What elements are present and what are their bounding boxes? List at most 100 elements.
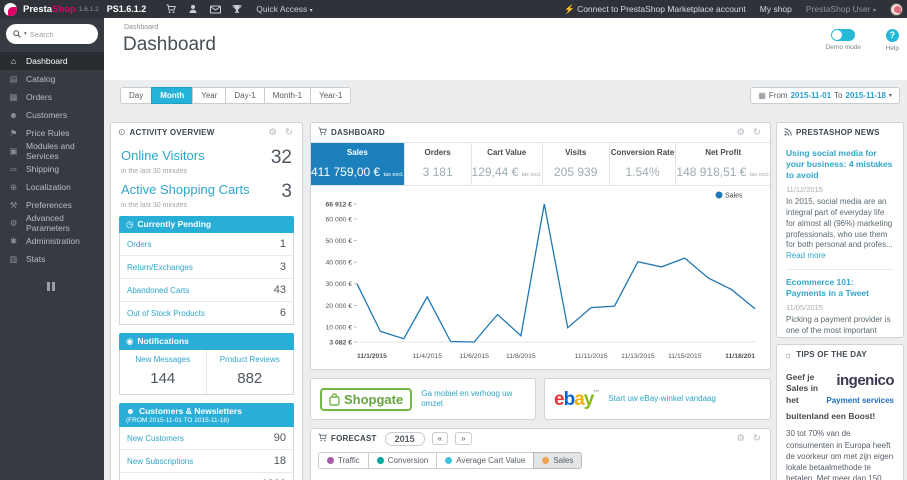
refresh-icon[interactable]: ↻ [751, 433, 763, 444]
preset-year-button[interactable]: Year [192, 87, 227, 104]
date-range-picker[interactable]: ▦ From 2015-11-01 To 2015-11-18 ▾ [750, 87, 900, 104]
clock-icon: ◷ [126, 219, 134, 229]
legend-traffic-button[interactable]: Traffic [318, 452, 369, 469]
preset-month-button[interactable]: Month [151, 87, 194, 104]
sidebar-item-advanced-parameters[interactable]: ⚙ Advanced Parameters [0, 213, 104, 233]
svg-text:Sales: Sales [725, 193, 743, 200]
sidebar-item-localization[interactable]: ⊕ Localization [0, 178, 104, 196]
gear-icon[interactable]: ⚙ [267, 127, 280, 138]
ingenico-logo[interactable]: ingenico Payment services [824, 372, 894, 408]
news-article: Using social media for your business: 4 … [786, 148, 894, 262]
ebay-logo: ebay™ [554, 388, 600, 410]
abandoned-carts-link[interactable]: Abandoned Carts [127, 286, 189, 295]
read-more-link[interactable]: Read more [786, 251, 826, 260]
conversion-dot-icon [376, 457, 384, 464]
sidebar-item-orders[interactable]: ▦ Orders [0, 88, 104, 106]
prestashop-logo-icon[interactable] [4, 2, 17, 16]
legend-average-cart-value-button[interactable]: Average Cart Value [436, 452, 535, 469]
quick-access-menu[interactable]: Quick Access ▾ [256, 4, 312, 14]
news-body: Using social media for your business: 4 … [777, 142, 903, 337]
orders-link[interactable]: Orders [127, 240, 151, 249]
kpi-tab-visits[interactable]: Visits 205 939 [541, 143, 609, 185]
new-messages-cell[interactable]: New Messages 144 [120, 350, 207, 394]
customers-icon: ☻ [9, 110, 18, 120]
news-article-title[interactable]: Using social media for your business: 4 … [786, 148, 894, 181]
forecast-prev-button[interactable]: « [431, 431, 449, 446]
sidebar-item-modules-and-services[interactable]: ▣ Modules and Services [0, 141, 104, 161]
svg-text:50 000 €: 50 000 € [325, 238, 352, 245]
user-avatar[interactable] [890, 2, 903, 16]
mail-icon[interactable] [204, 4, 226, 14]
home-icon: ⌂ [10, 56, 17, 66]
sidebar-item-price-rules[interactable]: ⚑ Price Rules [0, 124, 104, 142]
product-reviews-cell[interactable]: Product Reviews 882 [207, 350, 294, 394]
my-shop-link[interactable]: My shop [760, 4, 792, 14]
breadcrumb[interactable]: Dashboard [124, 24, 158, 31]
customers-icon: ☻ [126, 406, 135, 416]
sidebar-item-customers[interactable]: ☻ Customers [0, 106, 104, 124]
ebay-link[interactable]: Start uw eBay-winkel vandaag [608, 394, 716, 404]
news-header: PRESTASHOP NEWS [777, 123, 903, 142]
ebay-module: ebay™ Start uw eBay-winkel vandaag [544, 378, 771, 420]
refresh-icon[interactable]: ↻ [751, 127, 763, 138]
orders-icon: ▦ [9, 91, 18, 102]
shopgate-link[interactable]: Ga mobiel en verhoog uw omzet [421, 389, 526, 410]
forecast-year[interactable]: 2015 [384, 431, 425, 446]
page-title: Dashboard [123, 34, 216, 55]
new-subscriptions-link[interactable]: New Subscriptions [127, 457, 193, 466]
cart-icon [318, 127, 327, 138]
cart-icon[interactable] [160, 4, 182, 15]
kpi-tab-sales[interactable]: Sales 411 759,00 € tax excl. [311, 143, 404, 185]
shopgate-module: Shopgate Ga mobiel en verhoog uw omzet [310, 378, 536, 420]
search-scope-caret-icon[interactable]: ▾ [24, 31, 27, 37]
active-carts-value: 3 [281, 181, 292, 202]
search-input[interactable] [29, 29, 85, 39]
shop-name[interactable]: PS1.6.1.2 [107, 4, 147, 14]
customers-newsletters-section: ☻ Customers & Newsletters (FROM 2015-11-01… [119, 403, 294, 480]
marketplace-link[interactable]: ⚡ Connect to PrestaShop Marketplace acco… [564, 4, 746, 15]
legend-conversion-button[interactable]: Conversion [367, 452, 438, 469]
sidebar-item-stats[interactable]: ▥ Stats [0, 250, 104, 268]
svg-text:40 000 €: 40 000 € [325, 260, 352, 267]
chevron-down-icon: ▾ [309, 8, 313, 14]
activity-overview-panel: ⊙ ACTIVITY OVERVIEW ⚙ ↻ Online Visitors 3… [110, 122, 303, 480]
svg-text:66 912 €: 66 912 € [325, 201, 352, 208]
news-article-title[interactable]: Ecommerce 101: Payments in a Tweet [786, 277, 894, 299]
preset-year-1-button[interactable]: Year-1 [310, 87, 352, 104]
svg-text:30 000 €: 30 000 € [325, 281, 352, 288]
trophy-icon[interactable] [226, 4, 248, 15]
brand-name[interactable]: PrestaShop [23, 4, 76, 15]
gear-icon[interactable]: ⚙ [735, 127, 748, 138]
refresh-icon[interactable]: ↻ [283, 127, 295, 138]
legend-sales-button[interactable]: Sales [533, 452, 583, 469]
sidebar-item-administration[interactable]: ✱ Administration [0, 232, 104, 250]
help-icon[interactable]: ? [885, 29, 899, 42]
active-carts-link[interactable]: Active Shopping Carts [121, 182, 250, 197]
sidebar-item-preferences[interactable]: ⚒ Preferences [0, 196, 104, 214]
user-icon[interactable] [182, 4, 204, 15]
sidebar-item-catalog[interactable]: ▤ Catalog [0, 70, 104, 88]
user-menu[interactable]: PrestaShop User ▾ [806, 4, 876, 14]
online-visitors-link[interactable]: Online Visitors [121, 148, 205, 163]
pending-row: Out of Stock Products 6 [127, 307, 286, 319]
kpi-tab-orders[interactable]: Orders 3 181 [403, 143, 471, 185]
returns-link[interactable]: Return/Exchanges [127, 263, 193, 272]
forecast-next-button[interactable]: » [455, 431, 472, 446]
kpi-tab-conversion-rate[interactable]: Conversion Rate 1.54% [608, 143, 676, 185]
sidebar-collapse-toggle[interactable] [47, 282, 57, 291]
online-visitors-value: 32 [270, 147, 292, 168]
sidebar: ▾ ⌂Dashboard ▤Catalog ▦Orders ☻Customers… [0, 18, 104, 480]
from-date: 2015-11-01 [790, 91, 832, 100]
svg-text:11/15/2015: 11/15/2015 [668, 353, 702, 360]
demo-mode-toggle[interactable] [831, 29, 856, 41]
kpi-tab-cart-value[interactable]: Cart Value 129,44 € tax excl. [470, 143, 542, 185]
kpi-tab-net-profit[interactable]: Net Profit 148 918,51 € tax excl. [675, 143, 770, 185]
gear-icon[interactable]: ⚙ [735, 433, 748, 444]
new-customers-link[interactable]: New Customers [127, 434, 184, 443]
sidebar-item-shipping[interactable]: ⇨ Shipping [0, 160, 104, 178]
sidebar-item-dashboard[interactable]: ⌂ Dashboard [0, 52, 104, 70]
preset-day-1-button[interactable]: Day-1 [225, 87, 265, 104]
out-of-stock-link[interactable]: Out of Stock Products [127, 309, 205, 318]
preset-day-button[interactable]: Day [120, 87, 153, 104]
preset-month-1-button[interactable]: Month-1 [263, 87, 312, 104]
